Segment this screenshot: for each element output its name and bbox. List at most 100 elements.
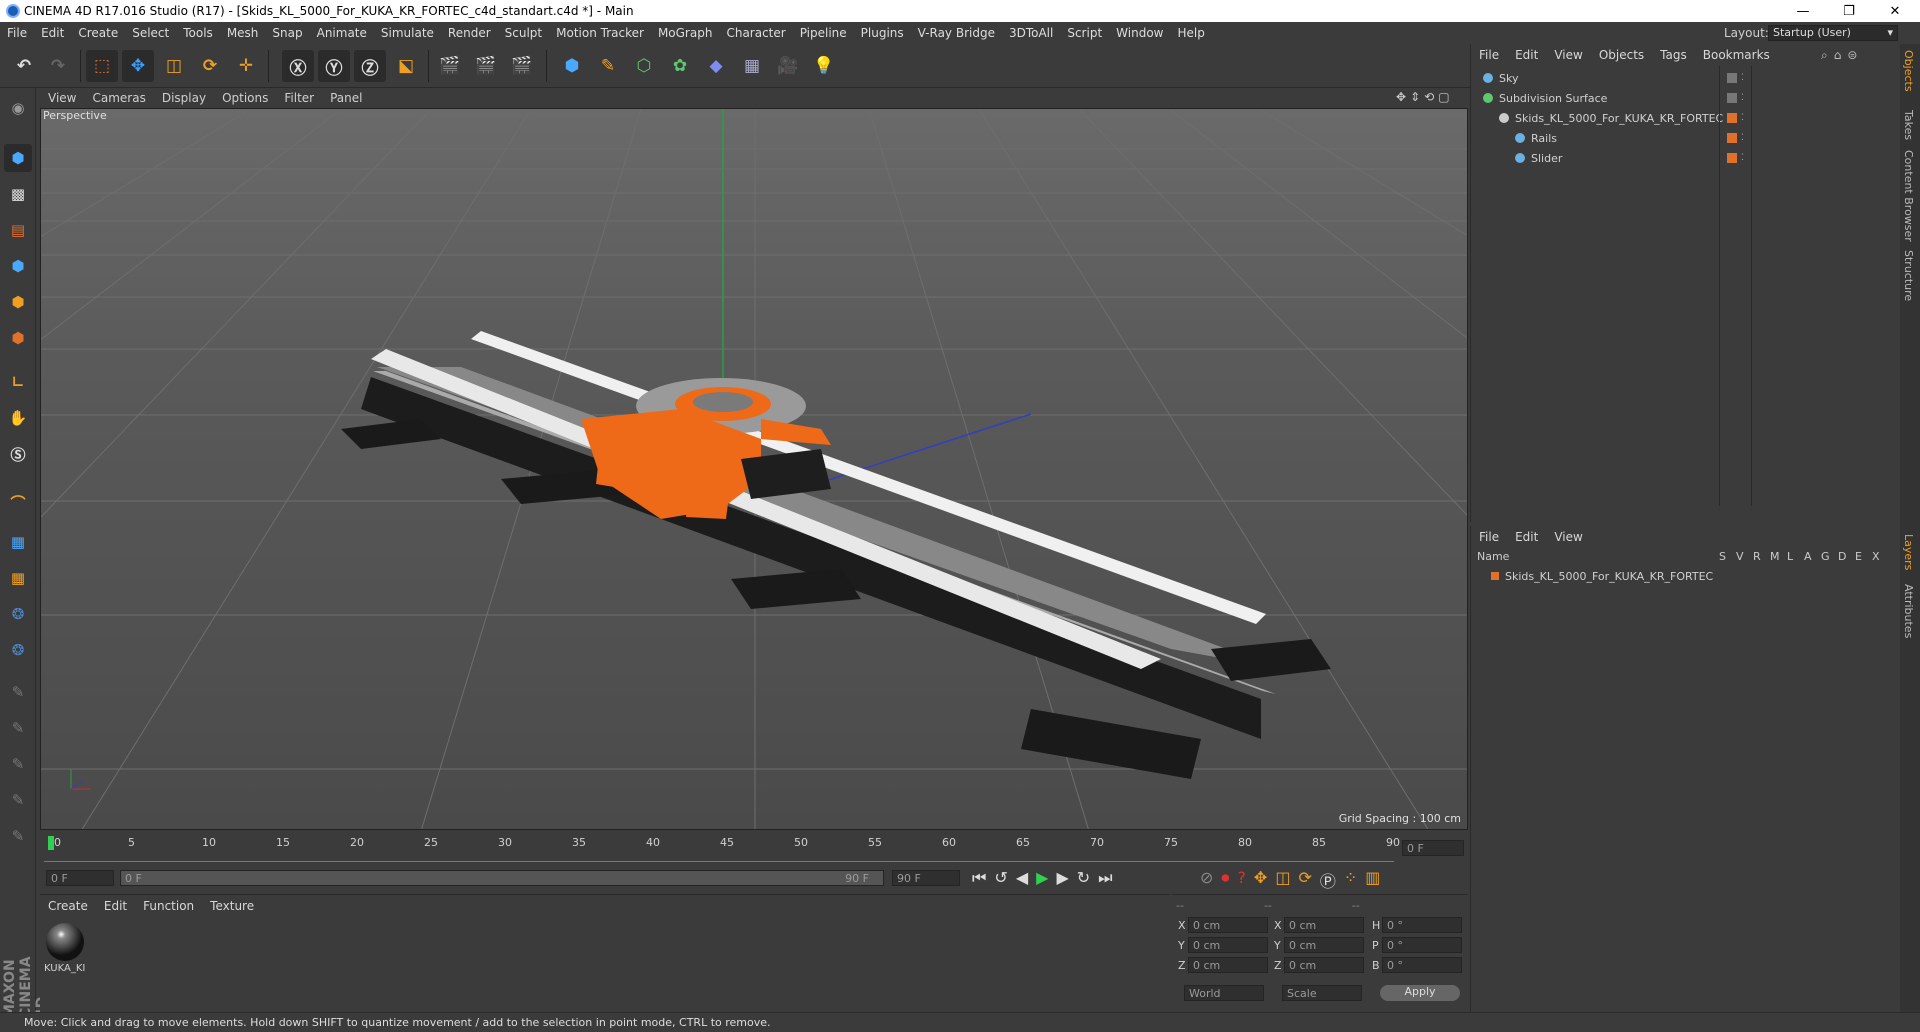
snap-icon[interactable]: ⌒	[4, 488, 32, 516]
menu-tools[interactable]: Tools	[176, 26, 220, 40]
layer-column-header[interactable]: E	[1855, 550, 1862, 563]
floor-icon[interactable]: ▦	[736, 50, 768, 82]
visibility-dots-icon[interactable]: ⁚	[1741, 153, 1744, 163]
y-axis-icon[interactable]: Ⓨ	[318, 50, 350, 82]
sculpt-icon[interactable]: ✎	[4, 750, 32, 778]
layer-menu-edit[interactable]: Edit	[1507, 530, 1546, 544]
layer-menu-view[interactable]: View	[1546, 530, 1590, 544]
perspective-viewport[interactable]: Perspective Grid Spacing : 100 cm	[40, 108, 1468, 830]
layout-select[interactable]: Startup (User) ▾	[1768, 25, 1898, 41]
material-menu-texture[interactable]: Texture	[202, 899, 262, 913]
layer-swatch[interactable]	[1727, 153, 1737, 163]
object-menu-tags[interactable]: Tags	[1652, 48, 1695, 62]
pen-spline-icon[interactable]: ✎	[592, 50, 624, 82]
menu-v-ray-bridge[interactable]: V-Ray Bridge	[911, 26, 1002, 40]
next-key-icon[interactable]: ↻	[1077, 868, 1090, 888]
layer-column-header[interactable]: D	[1838, 550, 1846, 563]
visibility-dots-icon[interactable]: ⁚	[1741, 113, 1744, 123]
tab-takes[interactable]: Takes	[1902, 110, 1915, 140]
menu-window[interactable]: Window	[1109, 26, 1170, 40]
render-view-icon[interactable]: 🎬	[434, 50, 466, 82]
model-mode-icon[interactable]: ⬢	[4, 144, 32, 172]
layer-color-swatch[interactable]	[1491, 572, 1499, 580]
layer-column-header[interactable]: L	[1787, 550, 1793, 563]
object-menu-file[interactable]: File	[1471, 48, 1507, 62]
key-rotation-icon[interactable]: ⟳	[1298, 868, 1311, 892]
rotate-tool-icon[interactable]: ⟳	[194, 50, 226, 82]
workplane-icon[interactable]: ▦	[4, 564, 32, 592]
coord-value-field[interactable]: 0 °	[1382, 917, 1462, 933]
menu-mesh[interactable]: Mesh	[220, 26, 266, 40]
cloner-icon[interactable]: ✿	[664, 50, 696, 82]
render-picture-viewer-icon[interactable]: 🎬	[470, 50, 502, 82]
menu-render[interactable]: Render	[441, 26, 498, 40]
z-axis-icon[interactable]: Ⓩ	[354, 50, 386, 82]
menu-character[interactable]: Character	[719, 26, 792, 40]
previous-frame-icon[interactable]: ◀	[1016, 868, 1028, 888]
start-frame-field[interactable]: 0 F	[46, 870, 114, 886]
python-icon[interactable]: ❂	[4, 600, 32, 628]
polygons-mode-icon[interactable]: ⬢	[4, 324, 32, 352]
brush-icon[interactable]: ✎	[4, 678, 32, 706]
tab-layers[interactable]: Layers	[1902, 534, 1915, 570]
transform-tool-icon[interactable]: ✛	[230, 50, 262, 82]
menu-motion-tracker[interactable]: Motion Tracker	[549, 26, 651, 40]
x-axis-icon[interactable]: Ⓧ	[282, 50, 314, 82]
pinch-icon[interactable]: ✎	[4, 786, 32, 814]
key-position-icon[interactable]: ✥	[1254, 868, 1267, 892]
object-menu-objects[interactable]: Objects	[1591, 48, 1652, 62]
keyframe-help-icon[interactable]: ?	[1237, 868, 1246, 892]
object-row[interactable]: Rails ⁚	[1471, 128, 1901, 148]
menu-select[interactable]: Select	[125, 26, 176, 40]
workplane-mode-icon[interactable]: ▤	[4, 216, 32, 244]
layer-column-header[interactable]: G	[1821, 550, 1830, 563]
material-menu-function[interactable]: Function	[135, 899, 202, 913]
coord-value-field[interactable]: 0 cm	[1284, 937, 1364, 953]
redo-icon[interactable]: ↷	[42, 50, 74, 82]
menu-help[interactable]: Help	[1170, 26, 1211, 40]
paint-icon[interactable]: ✎	[4, 714, 32, 742]
menu-mograph[interactable]: MoGraph	[651, 26, 720, 40]
edges-mode-icon[interactable]: ⬢	[4, 288, 32, 316]
layer-menu-file[interactable]: File	[1471, 530, 1507, 544]
current-frame-field[interactable]: 0 F	[1402, 840, 1464, 856]
object-row[interactable]: Skids_KL_5000_For_KUKA_KR_FORTEC ⁚	[1471, 108, 1901, 128]
tab-structure[interactable]: Structure	[1902, 250, 1915, 301]
menu-simulate[interactable]: Simulate	[374, 26, 441, 40]
python-script-icon[interactable]: ❂	[4, 636, 32, 664]
layer-column-header[interactable]: X	[1872, 550, 1880, 563]
menu-snap[interactable]: Snap	[265, 26, 309, 40]
material-swatch[interactable]: KUKA_KI	[44, 921, 86, 977]
coord-value-field[interactable]: 0 °	[1382, 957, 1462, 973]
key-parameter-icon[interactable]: Ⓟ	[1320, 868, 1336, 892]
next-frame-icon[interactable]: ▶	[1056, 868, 1068, 888]
material-menu-create[interactable]: Create	[40, 899, 96, 913]
coord-value-field[interactable]: 0 cm	[1284, 917, 1364, 933]
layer-row[interactable]: Skids_KL_5000_For_KUKA_KR_FORTEC	[1471, 566, 1901, 586]
visibility-dots-icon[interactable]: ⁚	[1741, 93, 1744, 103]
object-menu-bookmarks[interactable]: Bookmarks	[1695, 48, 1778, 62]
cube-primitive-icon[interactable]: ⬢	[556, 50, 588, 82]
render-settings-icon[interactable]: 🎬	[506, 50, 538, 82]
filter-icon[interactable]: ⊜	[1847, 48, 1857, 63]
menu-sculpt[interactable]: Sculpt	[498, 26, 549, 40]
scale-tool-icon[interactable]: ◫	[158, 50, 190, 82]
menu-edit[interactable]: Edit	[34, 26, 71, 40]
go-to-start-icon[interactable]: ⏮	[972, 868, 986, 888]
menu-file[interactable]: File	[0, 26, 34, 40]
maximize-button[interactable]: ❐	[1826, 0, 1872, 22]
layer-column-header[interactable]: S	[1719, 550, 1726, 563]
autokey-icon[interactable]: ⊘	[1200, 868, 1213, 892]
record-icon[interactable]: ⏺	[1221, 868, 1229, 892]
tab-content-browser[interactable]: Content Browser	[1902, 150, 1915, 242]
coord-value-field[interactable]: 0 cm	[1188, 937, 1268, 953]
timeline-window-icon[interactable]: ▥	[1365, 868, 1380, 892]
magnet-icon[interactable]: ✎	[4, 822, 32, 850]
layer-column-header[interactable]: A	[1804, 550, 1812, 563]
orbit-icon[interactable]: ⟲	[1424, 90, 1434, 106]
tab-objects[interactable]: Objects	[1902, 50, 1915, 92]
layer-swatch[interactable]	[1727, 133, 1737, 143]
play-icon[interactable]: ▶	[1036, 868, 1048, 888]
solo-mode-icon[interactable]: Ⓢ	[4, 440, 32, 468]
live-selection-icon[interactable]: ⬚	[86, 50, 118, 82]
